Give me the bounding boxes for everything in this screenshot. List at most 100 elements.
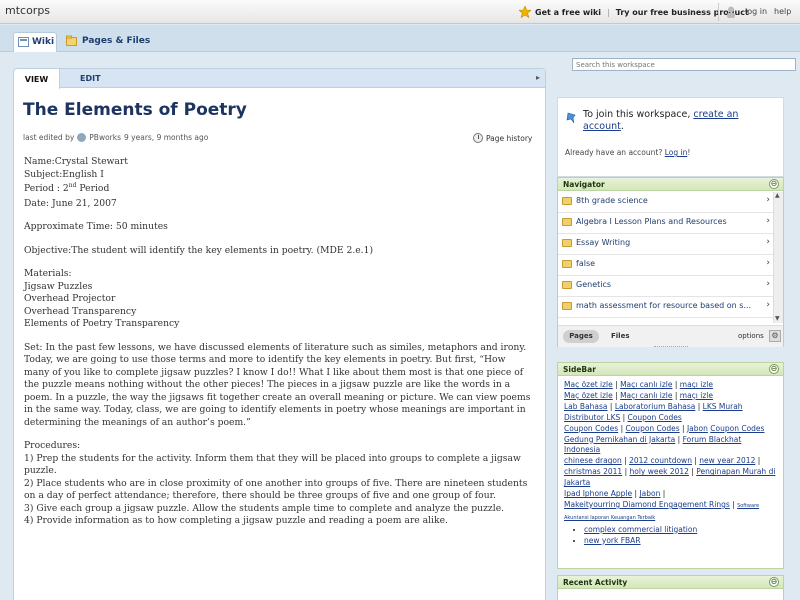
procedure-line: 2) Place students who are in close proxi… xyxy=(24,477,528,489)
collapse-icon[interactable]: ⊖ xyxy=(769,179,779,189)
sidebar-link[interactable]: Maç özet izle xyxy=(564,391,613,400)
search-input[interactable] xyxy=(572,58,796,71)
page-title: The Elements of Poetry xyxy=(23,100,247,120)
pages-icon xyxy=(66,35,77,46)
nav-item[interactable]: 8th grade science › xyxy=(558,192,773,213)
materials-heading: Materials: xyxy=(24,268,72,279)
options-link[interactable]: options xyxy=(738,332,764,340)
help-link[interactable]: help xyxy=(774,7,791,16)
tab-wiki[interactable]: Wiki xyxy=(13,32,57,52)
editor-link[interactable]: PBworks xyxy=(89,133,121,142)
set-line: determining the meanings of an author’s … xyxy=(24,416,251,428)
sidebar-link[interactable]: Lab Bahasa xyxy=(564,402,608,411)
clock-icon xyxy=(473,133,483,143)
sidebar-link[interactable]: Coupon Codes xyxy=(628,413,682,422)
gear-icon[interactable]: ⚙ xyxy=(769,330,781,342)
nav-item[interactable]: Algebra I Lesson Plans and Resources › xyxy=(558,213,773,234)
sidebar-link[interactable]: Makeityourring Diamond Engagement Rings xyxy=(564,500,730,509)
last-edited-info: last edited by PBworks 9 years, 9 months… xyxy=(23,133,208,142)
login-link[interactable]: log in xyxy=(745,7,767,16)
subject: Subject:English I xyxy=(24,168,104,180)
sidebar-link[interactable]: Coupon Codes xyxy=(564,424,618,433)
tab-pages-files[interactable]: Pages & Files xyxy=(62,32,158,52)
list-item: complex commercial litigation xyxy=(584,524,777,535)
set-line: Set: In the past few lessons, we have di… xyxy=(24,341,527,353)
nav-item-label: 8th grade science xyxy=(576,196,648,205)
page-history-link[interactable]: Page history xyxy=(473,133,532,143)
sidebar-link[interactable]: maçı izle xyxy=(680,380,713,389)
join-text: To join this workspace, create an accoun… xyxy=(583,109,778,133)
user-icon xyxy=(727,6,735,18)
sidebar-link[interactable]: complex commercial litigation xyxy=(584,525,697,534)
material-item: Elements of Poetry Transparency xyxy=(24,318,180,329)
last-edited-label: last edited by xyxy=(23,133,75,142)
date: Date: June 21, 2007 xyxy=(24,197,117,209)
sidebar-link[interactable]: Gedung Pernikahan di Jakarta xyxy=(564,435,675,444)
set-line: Today, we are going to use those terms a… xyxy=(24,354,506,365)
period: Period : 2nd Period xyxy=(24,182,539,196)
collapse-icon[interactable]: ⊖ xyxy=(769,577,779,587)
nav-item[interactable]: Genetics › xyxy=(558,276,773,297)
material-item: Jigsaw Puzzles xyxy=(24,280,93,292)
resize-grip[interactable] xyxy=(654,346,688,348)
period-text: Period : 2 xyxy=(24,183,69,194)
separator: | xyxy=(607,7,610,17)
sidebar-link[interactable]: holy week 2012 xyxy=(629,467,688,476)
sidebar-link[interactable]: 2012 countdown xyxy=(629,456,692,465)
procedure-line: 4) Provide information as to how complet… xyxy=(24,515,448,526)
sidebar-link[interactable]: Distributor LKS xyxy=(564,413,620,422)
recent-activity-title: Recent Activity xyxy=(563,578,628,587)
material-item: Overhead Projector xyxy=(24,293,116,304)
sidebar-link[interactable]: LKS Murah xyxy=(703,402,743,411)
sidebar-link[interactable]: christmas 2011 xyxy=(564,467,622,476)
sidebar-link[interactable]: Coupon Codes xyxy=(710,424,764,433)
tab-pages-files-label: Pages & Files xyxy=(82,36,151,46)
sidebar-link[interactable]: Ipad Iphone Apple xyxy=(564,489,632,498)
sidebar-link[interactable]: Coupon Codes xyxy=(625,424,679,433)
chevron-right-icon: › xyxy=(766,195,770,205)
set-line: the puzzle means nothing without the oth… xyxy=(24,379,511,390)
expand-arrow-icon[interactable]: ▸ xyxy=(536,73,540,82)
join-workspace-box: To join this workspace, create an accoun… xyxy=(557,97,784,177)
sidebar-body: Maç özet izle | Maçı canlı izle | maçı i… xyxy=(558,376,783,550)
sidebar-link[interactable]: new york FBAR xyxy=(584,536,641,545)
navigator-header: Navigator ⊖ xyxy=(558,178,783,191)
workspace-name[interactable]: mtcorps xyxy=(5,4,50,17)
recent-activity-header: Recent Activity ⊖ xyxy=(558,576,783,589)
login-link-2[interactable]: Log in xyxy=(665,148,688,157)
promo-links: Get a free wiki | Try our free business … xyxy=(519,6,749,18)
folder-icon xyxy=(562,302,572,310)
sidebar-link[interactable]: Jabon xyxy=(639,489,660,498)
tab-files[interactable]: Files xyxy=(611,332,630,340)
tabs-bar: Wiki Pages & Files xyxy=(0,25,800,71)
nav-item[interactable]: false › xyxy=(558,255,773,276)
scroll-down-icon[interactable]: ▼ xyxy=(775,315,780,322)
main-panel: VIEW EDIT ▸ The Elements of Poetry last … xyxy=(13,68,546,600)
navigator-footer: Pages Files options ⚙ xyxy=(558,325,783,347)
sidebar-link[interactable]: Laboratorium Bahasa xyxy=(615,402,696,411)
get-free-wiki-link[interactable]: Get a free wiki xyxy=(535,8,601,17)
recent-activity-panel: Recent Activity ⊖ xyxy=(557,575,784,600)
sidebar-link[interactable]: Maç özet izle xyxy=(564,380,613,389)
chevron-right-icon: › xyxy=(766,279,770,289)
tab-edit[interactable]: EDIT xyxy=(80,74,101,83)
navigator-panel: Navigator ⊖ 8th grade science › Algebra I … xyxy=(557,177,784,347)
nav-item-label: Genetics xyxy=(576,280,612,289)
sidebar-link[interactable]: Maçı canlı izle xyxy=(620,380,672,389)
join-prompt: To join this workspace, xyxy=(583,109,691,120)
sidebar-link[interactable]: chinese dragon xyxy=(564,456,622,465)
procedure-line: 3) Give each group a jigsaw puzzle. Allo… xyxy=(24,502,505,514)
sidebar-link[interactable]: Maçı canlı izle xyxy=(620,391,672,400)
sidebar-title: SideBar xyxy=(563,365,596,374)
nav-item[interactable]: Essay Writing › xyxy=(558,234,773,255)
nav-item[interactable]: math assessment for resource based on s.… xyxy=(558,297,773,318)
sidebar-link[interactable]: new year 2012 xyxy=(699,456,755,465)
tab-view[interactable]: VIEW xyxy=(14,69,60,89)
scroll-up-icon[interactable]: ▲ xyxy=(775,192,780,199)
collapse-icon[interactable]: ⊖ xyxy=(769,364,779,374)
sidebar-link[interactable]: maçı izle xyxy=(680,391,713,400)
navigator-scrollbar[interactable]: ▲ ▼ xyxy=(773,192,783,323)
wiki-icon xyxy=(18,37,29,47)
tab-pages[interactable]: Pages xyxy=(563,330,599,343)
sidebar-link[interactable]: Jabon xyxy=(687,424,708,433)
